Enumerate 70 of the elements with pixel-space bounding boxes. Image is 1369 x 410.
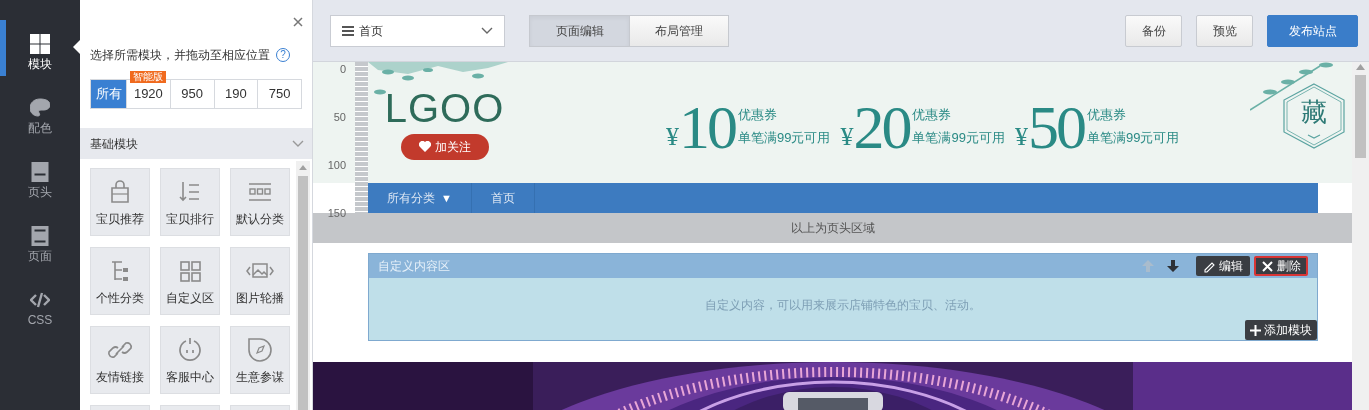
scrollbar[interactable] xyxy=(1352,62,1369,410)
coupon-condition: 单笔满99元可用 xyxy=(912,130,1005,146)
section-header[interactable]: 基础模块 xyxy=(80,128,312,159)
coupon-title: 优惠券 xyxy=(1086,107,1127,123)
page-select[interactable]: 首页 xyxy=(330,14,505,47)
ruler-label: 100 xyxy=(327,159,346,171)
module-placeholder-text: 自定义内容，可以用来展示店铺特色的宝贝、活动。 xyxy=(705,297,981,314)
filter-tab[interactable]: 所有 xyxy=(91,80,126,108)
close-icon xyxy=(1261,259,1274,273)
close-icon[interactable] xyxy=(293,17,303,27)
sidebar-tab[interactable]: 页面 xyxy=(0,212,80,276)
coupon-amount: 20 xyxy=(853,95,910,158)
mode-tab[interactable]: 布局管理 xyxy=(629,15,728,46)
module-tile[interactable]: 自定义区 xyxy=(160,247,220,315)
sidebar-tab[interactable]: CSS xyxy=(0,276,80,340)
chevron-icon[interactable] xyxy=(292,139,304,148)
custom-module[interactable]: 自定义内容区 编辑 删除 自定义内容，可以用来展示店铺特色的宝贝、活动。 添加模块 xyxy=(368,253,1318,341)
module-tile[interactable]: 宝贝排行 xyxy=(160,168,220,236)
add-module-button[interactable]: 添加模块 xyxy=(1245,320,1317,340)
edition-badge: 智能版 xyxy=(130,71,167,83)
module-tile[interactable]: 个性分类 xyxy=(90,247,150,315)
module-tile[interactable]: 友情链接 xyxy=(90,326,150,394)
sidebar-tab[interactable]: 页头 xyxy=(0,148,80,212)
mode-tab[interactable]: 页面编辑 xyxy=(530,15,629,46)
heart-icon xyxy=(418,141,431,152)
ruler-label: 50 xyxy=(333,111,346,123)
toolbar-button[interactable]: 预览 xyxy=(1196,14,1253,47)
ruler-label: 150 xyxy=(327,207,346,219)
scrollbar[interactable] xyxy=(296,161,310,410)
plus-icon xyxy=(1250,324,1261,336)
module-tile[interactable]: 宝贝推荐 xyxy=(90,168,150,236)
module-tile[interactable]: 默认分类 xyxy=(230,168,290,236)
currency-sign: ¥ xyxy=(1014,121,1028,152)
header-layout-icon xyxy=(30,161,50,182)
palette-icon xyxy=(30,97,50,118)
currency-sign: ¥ xyxy=(666,121,679,152)
hexagon-icon xyxy=(1283,83,1345,149)
coupon-amount: 10 xyxy=(679,95,735,158)
ruler-label: 0 xyxy=(339,63,346,75)
module-tile[interactable]: 客服中心 xyxy=(160,326,220,394)
coupon-title: 优惠券 xyxy=(738,107,778,123)
arrow-down-icon[interactable] xyxy=(1167,260,1179,272)
module-grid-icon xyxy=(30,33,50,54)
coupon-condition: 单笔满99元可用 xyxy=(738,130,831,146)
module-tile[interactable]: 生意参谋 xyxy=(230,326,290,394)
chevron-icon xyxy=(481,26,493,35)
scrollbar-thumb[interactable] xyxy=(298,175,308,410)
module-action-button[interactable]: 删除 xyxy=(1254,256,1308,276)
dropdown-caret: ▼ xyxy=(441,190,452,206)
module-action-button[interactable]: 编辑 xyxy=(1196,256,1250,276)
scroll-up-icon[interactable] xyxy=(1356,64,1365,70)
compass-icon xyxy=(246,336,274,364)
scroll-up-icon[interactable] xyxy=(299,165,307,170)
coupon-amount: 50 xyxy=(1027,95,1084,158)
scrollbar-thumb[interactable] xyxy=(1355,75,1366,158)
toolbar-button[interactable]: 发布站点 xyxy=(1267,14,1358,47)
sidebar-tab[interactable]: 配色 xyxy=(0,84,80,148)
follow-button[interactable]: 加关注 xyxy=(400,133,489,160)
coupon-condition: 单笔满99元可用 xyxy=(1086,130,1180,146)
instruction-text: 选择所需模块，并拖动至相应位置 xyxy=(90,47,270,63)
currency-sign: ¥ xyxy=(840,121,854,152)
section-title: 基础模块 xyxy=(90,135,138,153)
module-title: 自定义内容区 xyxy=(378,258,451,275)
menu-icon xyxy=(342,25,354,36)
page-layout-icon xyxy=(30,225,50,246)
coupon-title: 优惠券 xyxy=(912,107,953,123)
module-tile[interactable]: 图片轮播 xyxy=(230,247,290,315)
shop-logo: LGOO xyxy=(384,85,505,130)
favorite-badge[interactable]: 藏 xyxy=(1283,83,1345,149)
toolbar-button[interactable]: 备份 xyxy=(1125,14,1182,47)
